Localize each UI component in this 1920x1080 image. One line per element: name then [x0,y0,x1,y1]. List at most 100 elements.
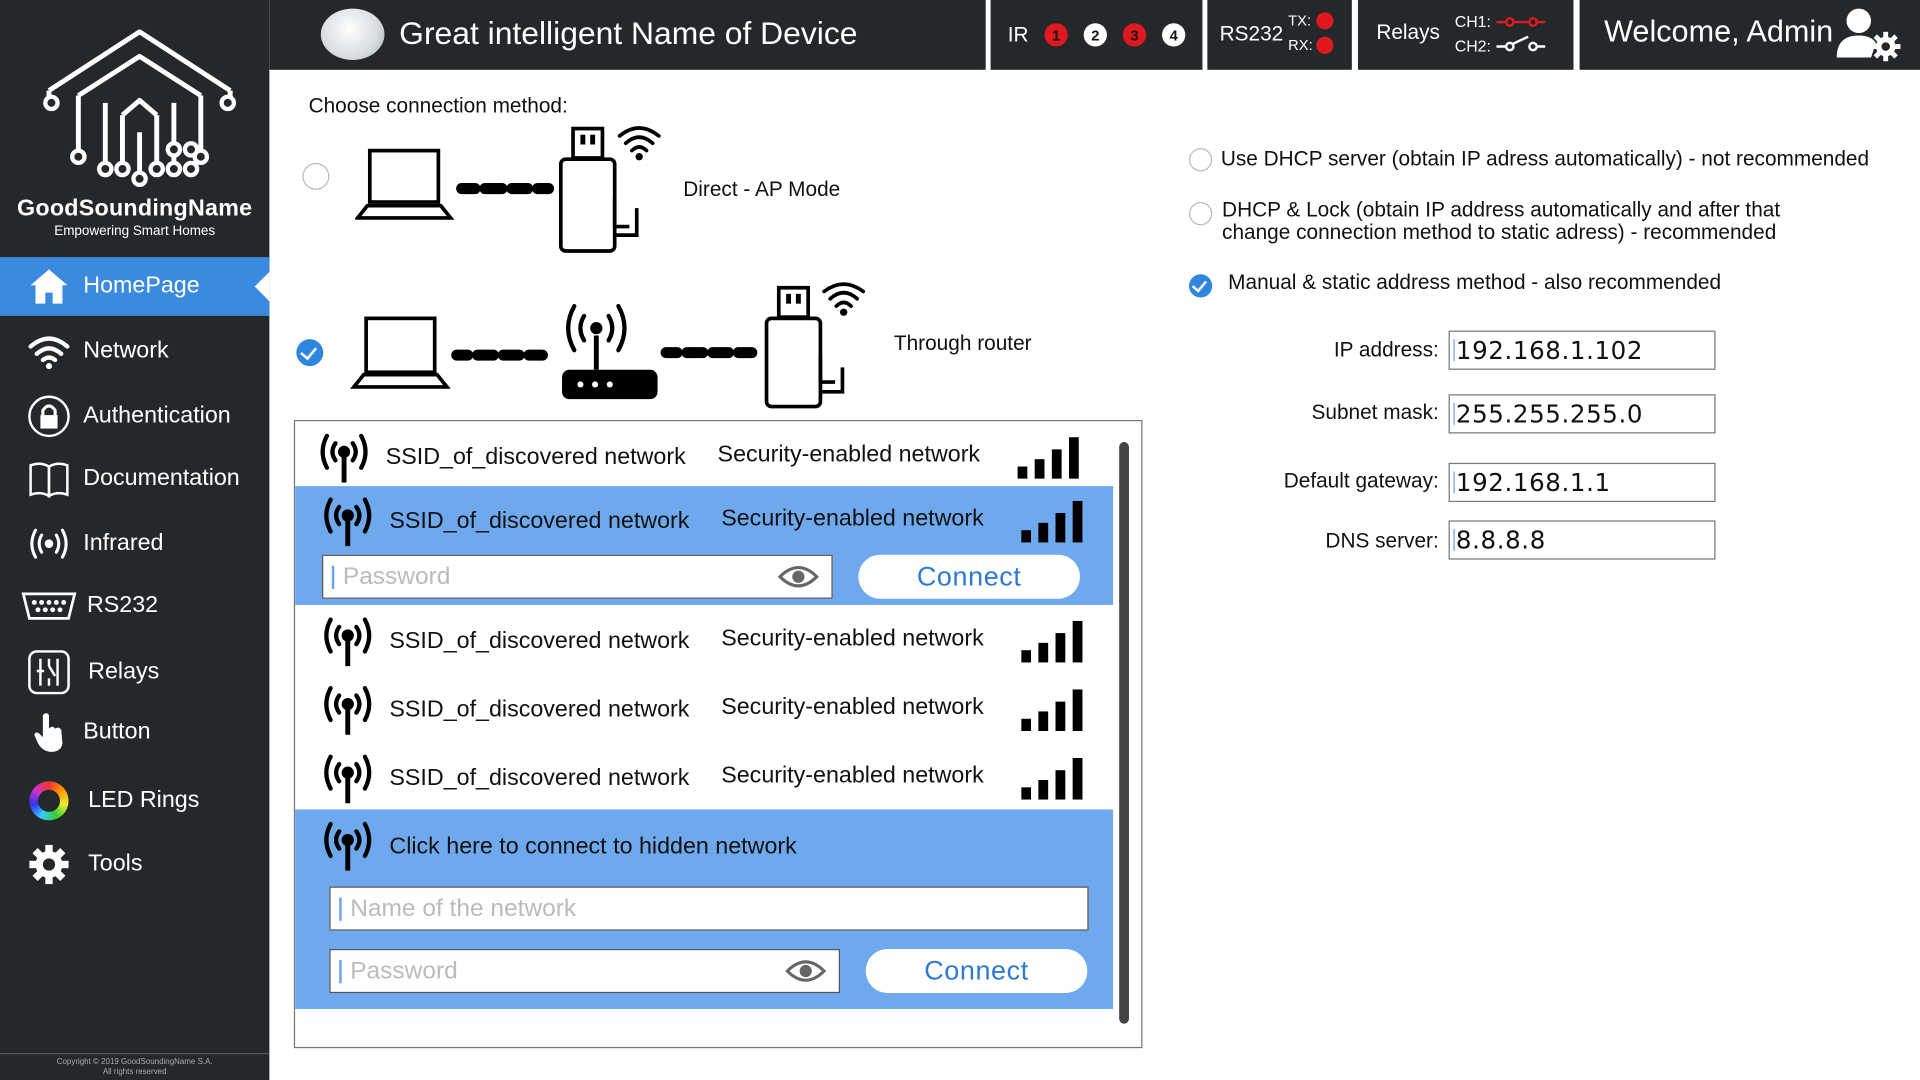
dns-server-label: DNS server: [1325,528,1439,553]
router-mode-radio[interactable] [296,339,324,367]
network-security: Security-enabled network [721,762,984,789]
sidebar-item-label: Tools [88,851,143,877]
direct-mode-radio[interactable] [302,162,330,190]
brand-name: GoodSoundingName [17,195,253,222]
relays-label: Relays [1376,20,1440,45]
hidden-network-label[interactable]: Click here to connect to hidden network [389,834,796,861]
sidebar-item-rs232[interactable]: RS232 [0,577,269,636]
network-ssid: SSID_of_discovered network [389,696,690,723]
hidden-network-password-input[interactable]: Password [329,948,841,994]
antenna-icon [324,821,372,871]
network-item[interactable]: SSID_of_discovered network Security-enab… [295,422,1113,491]
ir-status: IR 1 2 3 4 [990,0,1203,70]
network-ssid: SSID_of_discovered network [385,444,686,471]
ir-channel-1-badge: 1 [1044,23,1068,47]
direct-mode-label: Direct - AP Mode [683,177,841,201]
network-ssid: SSID_of_discovered network [389,628,690,654]
ip-address-label: IP address: [1333,337,1439,362]
sidebar-item-label: RS232 [86,592,159,619]
signal-strength-icon [1021,757,1083,800]
signal-strength-icon [1021,689,1083,732]
rs232-label: RS232 [1219,22,1284,46]
subnet-mask-label: Subnet mask: [1311,400,1439,424]
signal-strength-icon [1021,620,1083,663]
dns-server-input[interactable]: 8.8.8.8 [1448,520,1716,560]
default-gateway-input[interactable]: 192.168.1.1 [1448,462,1716,503]
rx-label: RX: [1288,36,1313,54]
sidebar-item-label: Documentation [83,465,240,492]
dhcp-radio[interactable] [1188,148,1213,172]
ir-channel-2-badge: 2 [1083,23,1107,47]
sidebar-item-label: Button [83,718,151,745]
user-settings-icon[interactable] [1834,6,1903,62]
network-ssid: SSID_of_discovered network [389,508,690,534]
antenna-icon [324,754,372,804]
ip-address-input[interactable]: 192.168.1.102 [1448,330,1716,370]
infrared-icon [24,519,73,568]
default-gateway-label: Default gateway: [1283,468,1439,493]
network-item[interactable]: SSID_of_discovered network Security-enab… [295,606,1113,675]
network-password-input[interactable]: Password [322,554,833,599]
ir-label: IR [1007,22,1029,46]
network-security: Security-enabled network [717,442,981,468]
network-ssid: SSID_of_discovered network [389,765,690,792]
antenna-icon [324,617,372,667]
signal-strength-icon [1021,500,1083,543]
hidden-network-name-input[interactable]: Name of the network [329,886,1089,931]
sidebar-item-network[interactable]: Network [0,322,269,381]
sidebar-item-infrared[interactable]: Infrared [0,514,269,573]
copyright: Copyright © 2019 GoodSoundingName S.A. A… [0,1053,270,1077]
ir-channel-3-badge: 3 [1122,23,1147,47]
sidebar-item-button[interactable]: Button [0,703,269,762]
password-placeholder: Password [342,562,451,590]
dhcp-lock-line: DHCP & Lock (obtain IP address automatic… [1222,198,1781,222]
sidebar-item-documentation[interactable]: Documentation [0,449,269,508]
hidden-network-section[interactable]: Click here to connect to hidden network … [295,809,1114,1009]
copyright-line: Copyright © 2019 GoodSoundingName S.A. [56,1057,213,1067]
network-item-expanded[interactable]: SSID_of_discovered network Security-enab… [295,486,1114,605]
sidebar-item-relays[interactable]: Relays [0,643,269,702]
router-mode-label: Through router [893,331,1032,356]
tx-indicator [1316,12,1334,30]
network-name-placeholder: Name of the network [350,894,577,922]
home-icon [24,262,73,311]
eye-icon[interactable] [785,958,827,985]
sidebar-item-label: Authentication [83,402,231,429]
book-icon [24,454,73,503]
sidebar-item-label: Relays [88,658,160,685]
welcome-text: Welcome, Admin [1604,14,1834,49]
sidebar-item-authentication[interactable]: Authentication [0,387,269,446]
gear-icon [24,840,73,889]
sidebar-item-homepage[interactable]: HomePage [0,257,270,316]
sidebar-item-led-rings[interactable]: LED Rings [0,771,269,830]
device-icon [320,8,385,61]
subnet-mask-input[interactable]: 255.255.255.0 [1448,394,1716,434]
dhcp-option-label: Use DHCP server (obtain IP adress automa… [1220,146,1870,171]
eye-icon[interactable] [777,563,820,590]
dhcp-lock-radio[interactable] [1188,202,1213,226]
rs232-status: RS232 TX: RX: [1207,0,1352,70]
ch1-label: CH1: [1454,12,1491,31]
dhcp-lock-line: change connection method to static adres… [1222,220,1777,244]
network-item[interactable]: SSID_of_discovered network Security-enab… [295,743,1113,812]
network-security: Security-enabled network [721,694,984,721]
direct-connection-diagram [355,126,661,253]
device-title-block: Great intelligent Name of Device [269,0,986,70]
connect-button[interactable]: Connect [858,554,1081,599]
manual-static-option-label: Manual & static address method - also re… [1228,270,1722,294]
network-item[interactable]: SSID_of_discovered network Security-enab… [295,675,1113,744]
ch2-label: CH2: [1454,36,1491,56]
relay-icon [24,648,73,697]
router-connection-diagram [350,282,866,409]
copyright-line: All rights reserved [102,1067,167,1077]
wifi-icon [24,327,73,376]
password-placeholder: Password [350,956,458,984]
antenna-icon [324,686,372,735]
network-list-scrollbar[interactable] [1119,442,1129,1024]
sidebar-item-tools[interactable]: Tools [0,835,269,894]
user-block[interactable]: Welcome, Admin [1579,0,1920,70]
hidden-network-connect-button[interactable]: Connect [865,948,1088,994]
brand-tagline: Empowering Smart Homes [54,224,216,239]
house-circuit-logo [43,29,237,188]
manual-static-radio[interactable] [1188,274,1213,298]
